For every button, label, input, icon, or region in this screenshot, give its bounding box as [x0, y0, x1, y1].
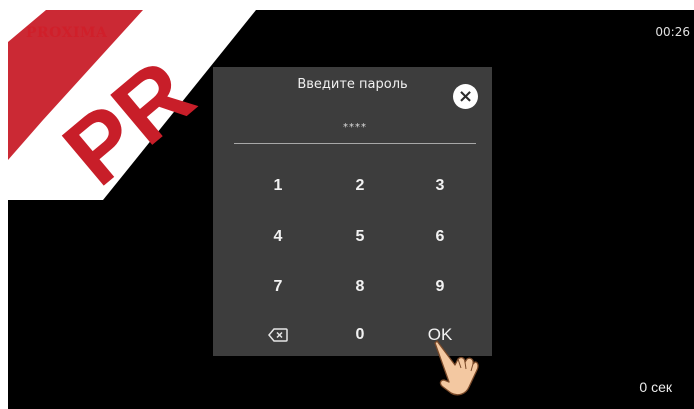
password-dialog: Введите пароль × **** 1 2 3 4 5 6 7 8 9 …	[213, 67, 492, 356]
password-underline	[234, 143, 476, 144]
close-icon: ×	[457, 85, 474, 107]
close-button[interactable]: ×	[453, 84, 478, 109]
key-7[interactable]: 7	[248, 267, 308, 307]
key-9[interactable]: 9	[410, 267, 470, 307]
key-4[interactable]: 4	[248, 217, 308, 257]
brand-logo-text: PROXIMA	[26, 25, 108, 41]
clock-time: 00:26	[655, 25, 690, 39]
key-0[interactable]: 0	[330, 315, 390, 355]
key-1[interactable]: 1	[248, 166, 308, 206]
password-field[interactable]: ****	[234, 122, 476, 142]
timer-text: 0 сек	[639, 379, 672, 395]
key-5[interactable]: 5	[330, 217, 390, 257]
key-3[interactable]: 3	[410, 166, 470, 206]
key-8[interactable]: 8	[330, 267, 390, 307]
screen: PR PROXIMA 00:26 Введите пароль × **** 1…	[8, 10, 694, 409]
backspace-button[interactable]	[248, 315, 308, 355]
pointer-hand-icon	[434, 340, 479, 396]
key-6[interactable]: 6	[410, 217, 470, 257]
backspace-icon	[268, 328, 288, 342]
key-2[interactable]: 2	[330, 166, 390, 206]
dialog-title: Введите пароль	[297, 77, 408, 92]
